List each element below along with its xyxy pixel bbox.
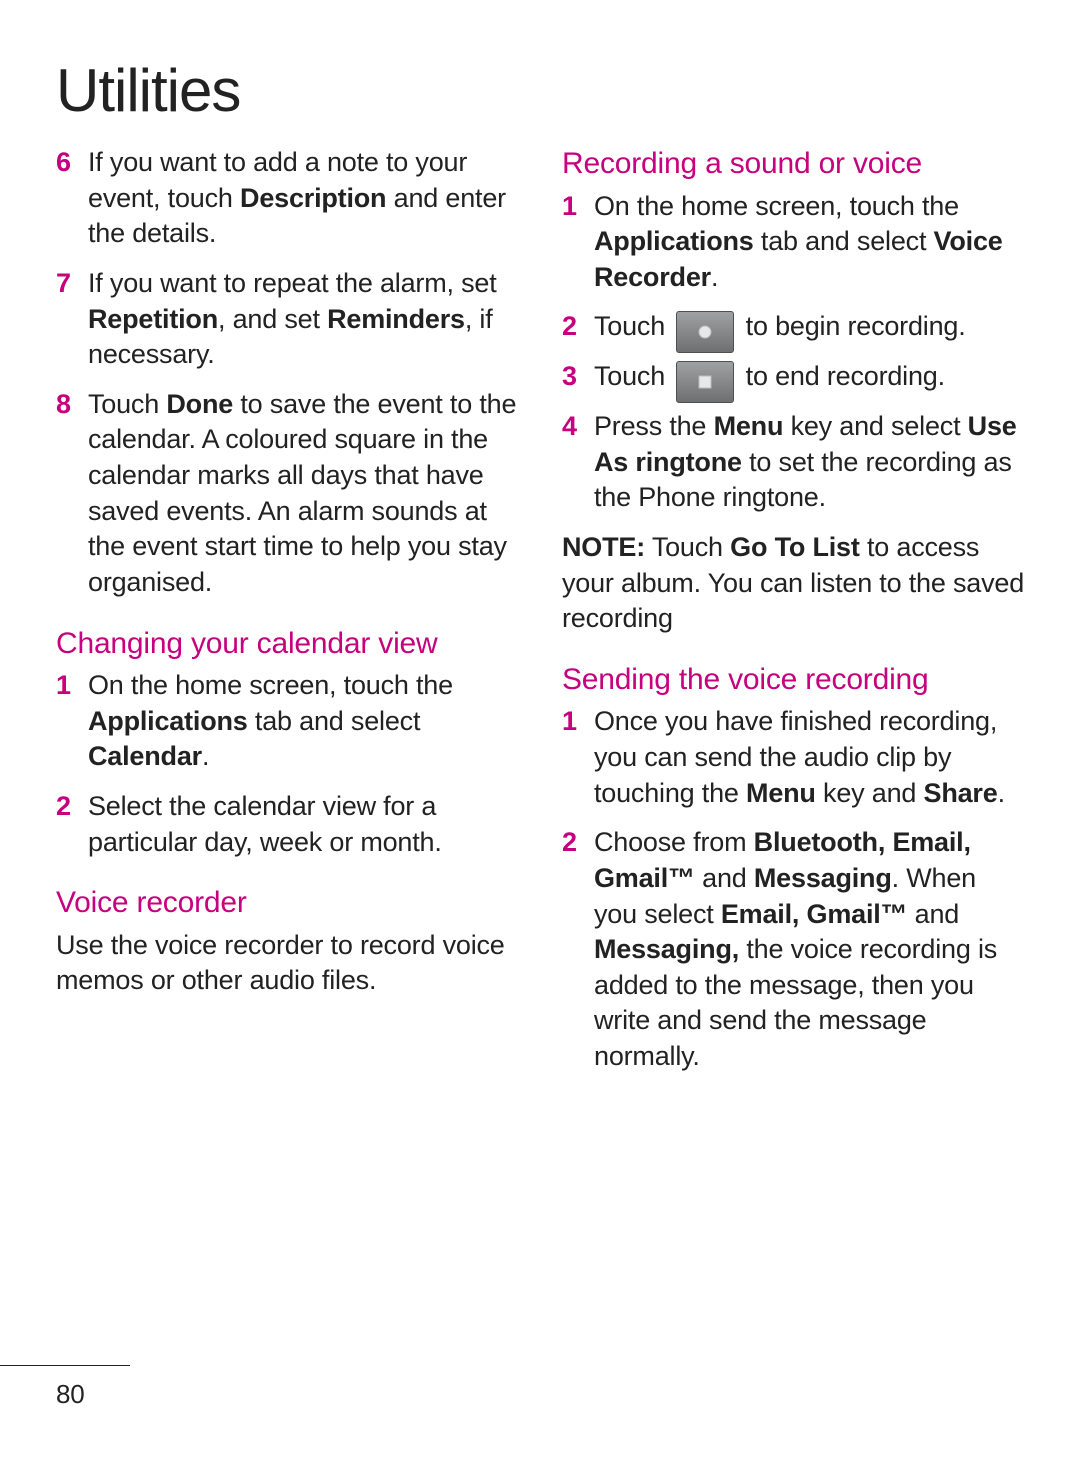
step-number: 2: [562, 309, 594, 345]
change-view-steps: 1 On the home screen, touch the Applicat…: [56, 668, 518, 860]
list-item: 2 Select the calendar view for a particu…: [56, 789, 518, 860]
step-body: Press the Menu key and select Use As rin…: [594, 409, 1024, 516]
step-number: 2: [56, 789, 88, 860]
step-body: Touch to begin recording.: [594, 309, 1024, 345]
heading-change-view: Changing your calendar view: [56, 625, 518, 663]
step-body: If you want to repeat the alarm, set Rep…: [88, 266, 518, 373]
manual-page: Utilities 6 If you want to add a note to…: [0, 0, 1080, 1460]
step-number: 1: [562, 704, 594, 811]
record-icon: [676, 311, 734, 353]
step-number: 1: [56, 668, 88, 775]
recording-steps: 1 On the home screen, touch the Applicat…: [562, 189, 1024, 517]
heading-recording: Recording a sound or voice: [562, 145, 1024, 183]
list-item: 1 On the home screen, touch the Applicat…: [562, 189, 1024, 296]
right-column: Recording a sound or voice 1 On the home…: [562, 145, 1024, 1089]
step-body: If you want to add a note to your event,…: [88, 145, 518, 252]
step-number: 4: [562, 409, 594, 516]
list-item: 7 If you want to repeat the alarm, set R…: [56, 266, 518, 373]
list-item: 6 If you want to add a note to your even…: [56, 145, 518, 252]
note: NOTE: Touch Go To List to access your al…: [562, 530, 1024, 637]
left-column: 6 If you want to add a note to your even…: [56, 145, 518, 1089]
columns: 6 If you want to add a note to your even…: [56, 145, 1024, 1089]
step-body: On the home screen, touch the Applicatio…: [88, 668, 518, 775]
heading-sending: Sending the voice recording: [562, 661, 1024, 699]
sending-steps: 1 Once you have finished recording, you …: [562, 704, 1024, 1074]
list-item: 4 Press the Menu key and select Use As r…: [562, 409, 1024, 516]
step-body: Select the calendar view for a particula…: [88, 789, 518, 860]
step-body: On the home screen, touch the Applicatio…: [594, 189, 1024, 296]
step-body: Once you have finished recording, you ca…: [594, 704, 1024, 811]
list-item: 1 On the home screen, touch the Applicat…: [56, 668, 518, 775]
step-number: 7: [56, 266, 88, 373]
stop-icon: [676, 361, 734, 403]
step-number: 3: [562, 359, 594, 395]
step-body: Choose from Bluetooth, Email, Gmail™ and…: [594, 825, 1024, 1074]
list-item: 2 Touch to begin recording.: [562, 309, 1024, 345]
list-item: 1 Once you have finished recording, you …: [562, 704, 1024, 811]
voice-intro: Use the voice recorder to record voice m…: [56, 928, 518, 999]
list-item: 3 Touch to end recording.: [562, 359, 1024, 395]
heading-voice-recorder: Voice recorder: [56, 884, 518, 922]
page-title: Utilities: [56, 56, 1024, 125]
list-item: 2 Choose from Bluetooth, Email, Gmail™ a…: [562, 825, 1024, 1074]
step-number: 8: [56, 387, 88, 601]
step-number: 6: [56, 145, 88, 252]
step-number: 1: [562, 189, 594, 296]
page-number: 80: [56, 1379, 85, 1410]
continued-steps: 6 If you want to add a note to your even…: [56, 145, 518, 601]
step-body: Touch to end recording.: [594, 359, 1024, 395]
list-item: 8 Touch Done to save the event to the ca…: [56, 387, 518, 601]
step-number: 2: [562, 825, 594, 1074]
note-label: NOTE:: [562, 532, 645, 562]
step-body: Touch Done to save the event to the cale…: [88, 387, 518, 601]
